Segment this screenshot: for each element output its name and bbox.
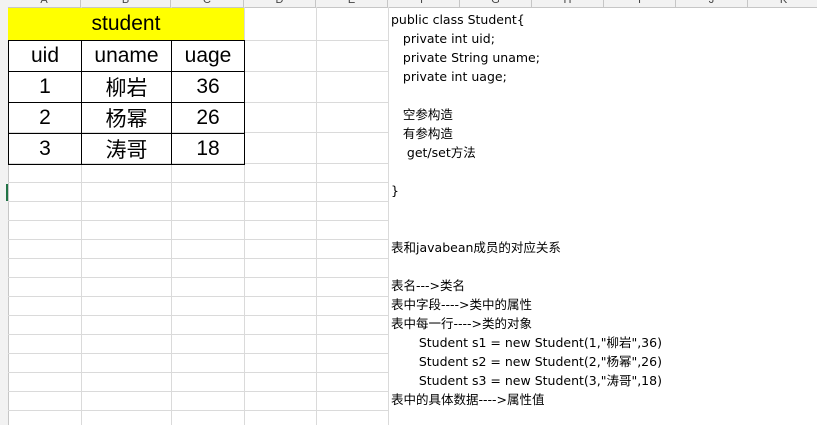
grid-line — [8, 391, 388, 392]
column-header-h[interactable]: H — [532, 0, 604, 7]
column-header-k[interactable]: K — [748, 0, 817, 7]
column-header-j[interactable]: J — [676, 0, 748, 7]
table-row: 2 杨幂 26 — [8, 102, 245, 134]
column-header-i[interactable]: I — [604, 0, 676, 7]
note-line[interactable]: Student s3 = new Student(3,"涛哥",18) — [391, 371, 662, 390]
spreadsheet: A B C D E F G H I J K student uid uname — [0, 0, 817, 425]
grid-line — [8, 334, 388, 335]
grid-line — [8, 353, 388, 354]
column-header-d[interactable]: D — [244, 0, 316, 7]
header-cell-uid[interactable]: uid — [8, 40, 82, 72]
cell-uage[interactable]: 36 — [171, 71, 245, 103]
code-line[interactable]: private int uid; — [391, 29, 495, 48]
grid-line — [8, 410, 388, 411]
cell-uid[interactable]: 2 — [8, 102, 82, 134]
column-header-g[interactable]: G — [460, 0, 532, 7]
cell-uname[interactable]: 杨幂 — [81, 102, 172, 134]
table-row: 1 柳岩 36 — [8, 71, 245, 103]
grid-line — [8, 372, 388, 373]
grid-line — [316, 7, 317, 425]
note-line[interactable]: 表名--->类名 — [391, 276, 465, 295]
note-line[interactable]: 表中的具体数据---->属性值 — [391, 390, 545, 409]
grid-line — [8, 315, 388, 316]
column-header-c[interactable]: C — [171, 0, 244, 7]
column-header-b[interactable]: B — [81, 0, 171, 7]
column-header-bar: A B C D E F G H I J K — [0, 0, 817, 8]
header-cell-uage[interactable]: uage — [171, 40, 245, 72]
code-line[interactable]: 有参构造 — [391, 124, 453, 143]
cell-uname[interactable]: 涛哥 — [81, 133, 172, 165]
note-line[interactable]: 表中字段---->类中的属性 — [391, 295, 532, 314]
active-row-indicator — [6, 184, 8, 201]
code-line[interactable]: } — [391, 181, 399, 200]
cell-uage[interactable]: 26 — [171, 102, 245, 134]
code-line[interactable]: public class Student{ — [391, 10, 525, 29]
column-header-a[interactable]: A — [8, 0, 81, 7]
code-line[interactable]: get/set方法 — [391, 143, 476, 162]
grid-line — [8, 239, 388, 240]
cell-uage[interactable]: 18 — [171, 133, 245, 165]
column-header-f[interactable]: F — [388, 0, 460, 7]
table-row: 3 涛哥 18 — [8, 133, 245, 165]
grid-line — [8, 220, 388, 221]
cell-uid[interactable]: 1 — [8, 71, 82, 103]
cell-uid[interactable]: 3 — [8, 133, 82, 165]
note-line[interactable]: Student s2 = new Student(2,"杨幂",26) — [391, 352, 662, 371]
note-line[interactable]: 表和javabean成员的对应关系 — [391, 238, 561, 257]
table-header-row: uid uname uage — [8, 40, 245, 72]
code-line[interactable]: private String uname; — [391, 48, 540, 67]
code-line[interactable]: 空参构造 — [391, 105, 453, 124]
header-cell-uname[interactable]: uname — [81, 40, 172, 72]
note-line[interactable]: 表中每一行---->类的对象 — [391, 314, 532, 333]
grid-line — [8, 182, 388, 183]
code-line[interactable]: private int uage; — [391, 67, 507, 86]
cell-uname[interactable]: 柳岩 — [81, 71, 172, 103]
grid-line — [388, 7, 389, 425]
column-header-e[interactable]: E — [316, 0, 388, 7]
note-line[interactable]: Student s1 = new Student(1,"柳岩",36) — [391, 333, 662, 352]
student-table: uid uname uage 1 柳岩 36 2 杨幂 26 3 涛哥 18 — [8, 40, 245, 165]
grid-line — [8, 277, 388, 278]
table-title-cell[interactable]: student — [8, 8, 244, 40]
grid-line — [8, 201, 388, 202]
grid-line — [8, 296, 388, 297]
grid-line — [8, 258, 388, 259]
